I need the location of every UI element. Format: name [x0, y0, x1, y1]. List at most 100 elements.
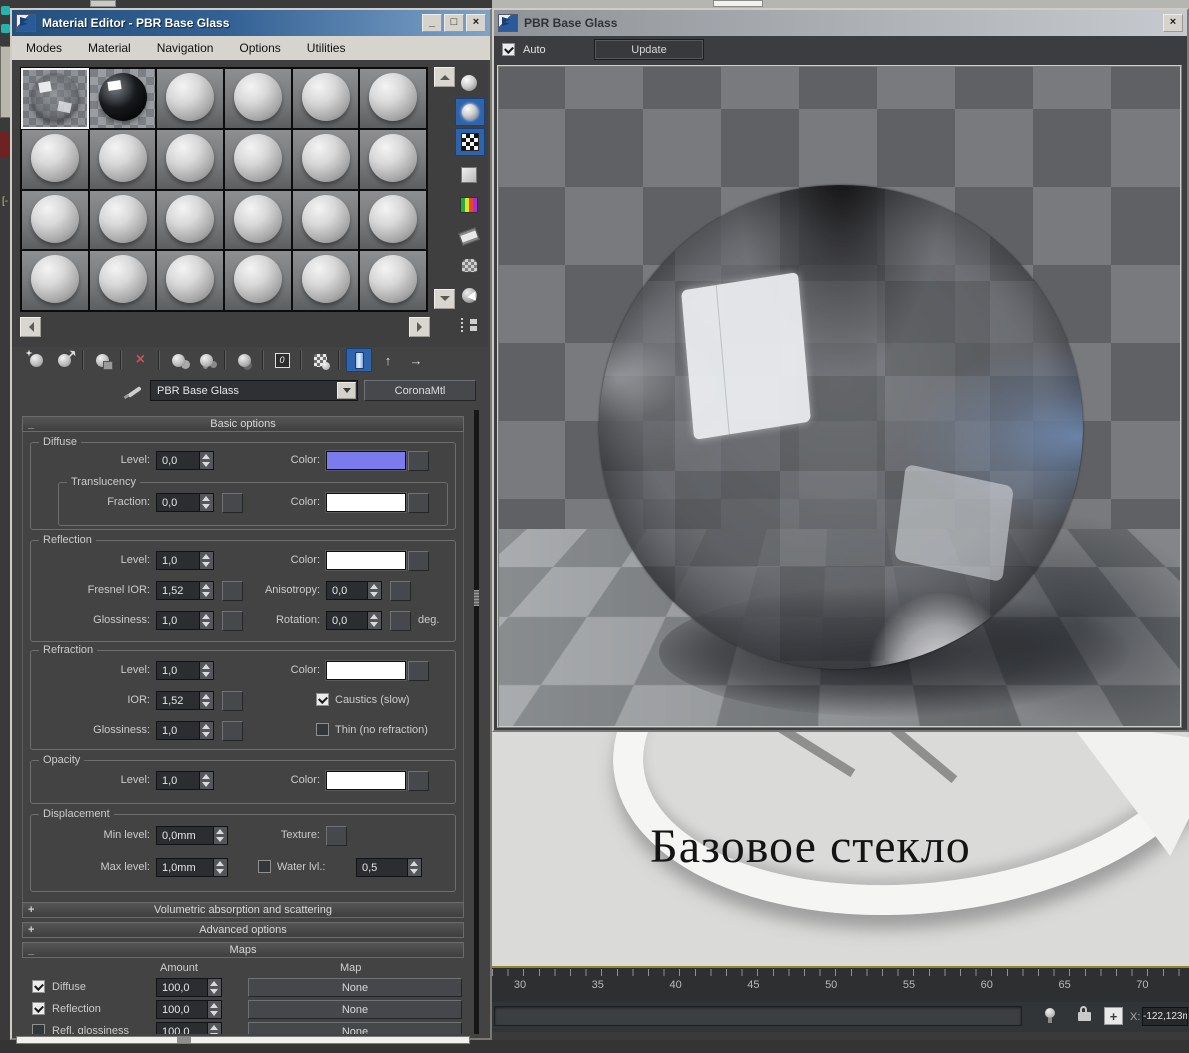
sample-slot[interactable] — [225, 130, 291, 189]
sample-slot[interactable] — [360, 251, 426, 310]
go-to-parent-icon[interactable] — [376, 349, 400, 371]
select-by-material-icon[interactable] — [455, 282, 483, 308]
sample-slot[interactable] — [90, 130, 156, 189]
material-map-navigator-icon[interactable] — [455, 312, 483, 338]
sample-slot[interactable] — [293, 191, 359, 250]
reflection-level-spinner[interactable]: 1,0 — [156, 551, 214, 570]
rotation-spinner[interactable]: 0,0 — [326, 611, 382, 630]
scrollbar-thumb[interactable] — [177, 1037, 191, 1043]
sample-slot[interactable] — [22, 191, 88, 250]
sample-slot[interactable] — [22, 251, 88, 310]
show-end-result-icon[interactable] — [346, 348, 372, 372]
rollout-basic-options[interactable]: _ Basic options — [22, 416, 464, 432]
displacement-texture-map-button[interactable] — [326, 826, 347, 846]
rollout-advanced[interactable]: + Advanced options — [22, 922, 464, 938]
refraction-color-map-button[interactable] — [408, 661, 429, 681]
translucency-color-map-button[interactable] — [408, 493, 429, 513]
reflection-color-map-button[interactable] — [408, 551, 429, 571]
make-material-copy-icon[interactable] — [166, 349, 190, 371]
isolate-lightbulb-icon[interactable] — [1044, 1008, 1056, 1024]
timeline-track[interactable]: 303540455055606570 — [492, 966, 1189, 1002]
displacement-min-spinner[interactable]: 0,0mm — [156, 826, 228, 845]
assign-material-to-selection-icon[interactable] — [90, 349, 114, 371]
water-level-checkbox[interactable] — [258, 860, 271, 873]
sample-type-sphere-icon[interactable] — [455, 70, 483, 96]
menu-item-options[interactable]: Options — [239, 41, 280, 55]
maps-diffuse-amount-spinner[interactable]: 100,0 — [156, 978, 222, 997]
sample-slot[interactable] — [225, 251, 291, 310]
close-button[interactable]: × — [1163, 14, 1183, 32]
track-bar-field[interactable] — [494, 1006, 1022, 1026]
sample-slot[interactable] — [293, 251, 359, 310]
refraction-ior-spinner[interactable]: 1,52 — [156, 691, 214, 710]
maximize-button[interactable]: □ — [444, 14, 464, 32]
update-button[interactable]: Update — [594, 39, 704, 60]
rollout-volumetric[interactable]: + Volumetric absorption and scattering — [22, 902, 464, 918]
rotation-map-button[interactable] — [390, 611, 411, 631]
refraction-glossiness-map-button[interactable] — [222, 721, 243, 741]
opacity-level-spinner[interactable]: 1,0 — [156, 771, 214, 790]
diffuse-color-map-button[interactable] — [408, 451, 429, 471]
slots-scroll-right-button[interactable] — [409, 317, 430, 337]
chevron-down-icon[interactable] — [337, 382, 356, 399]
displacement-max-spinner[interactable]: 1,0mm — [156, 858, 228, 877]
video-color-check-icon[interactable] — [455, 192, 483, 218]
sample-slot[interactable] — [157, 191, 223, 250]
options-icon[interactable] — [455, 252, 483, 278]
scrollbar-grip[interactable] — [474, 590, 479, 606]
rollout-maps[interactable]: _ Maps — [22, 942, 464, 958]
material-id-channel-icon[interactable] — [270, 349, 294, 371]
water-level-spinner[interactable]: 0,5 — [356, 858, 422, 877]
maps-refl-glossiness-checkbox[interactable] — [32, 1024, 45, 1034]
sample-slot[interactable] — [225, 191, 291, 250]
refraction-glossiness-spinner[interactable]: 1,0 — [156, 721, 214, 740]
maps-reflection-amount-spinner[interactable]: 100,0 — [156, 1000, 222, 1019]
sample-slot[interactable] — [22, 130, 88, 189]
menu-item-modes[interactable]: Modes — [26, 41, 62, 55]
slots-scroll-left-button[interactable] — [20, 317, 41, 337]
reflection-color-swatch[interactable] — [326, 551, 406, 570]
refraction-color-swatch[interactable] — [326, 661, 406, 680]
anisotropy-spinner[interactable]: 0,0 — [326, 581, 382, 600]
make-preview-icon[interactable] — [455, 223, 483, 249]
thin-refraction-checkbox[interactable] — [316, 723, 329, 736]
slots-scroll-down-button[interactable] — [434, 289, 455, 309]
go-forward-to-sibling-icon[interactable] — [404, 349, 428, 371]
sample-slot[interactable] — [360, 130, 426, 189]
x-coordinate-field[interactable]: -122,123m — [1142, 1007, 1188, 1026]
anisotropy-map-button[interactable] — [390, 581, 411, 601]
sample-slot[interactable] — [293, 69, 359, 128]
maps-reflection-checkbox[interactable] — [32, 1002, 45, 1015]
opacity-color-map-button[interactable] — [408, 771, 429, 791]
close-button[interactable]: × — [466, 14, 486, 32]
diffuse-color-swatch[interactable] — [326, 451, 406, 470]
sample-slot[interactable] — [157, 69, 223, 128]
maps-diffuse-checkbox[interactable] — [32, 980, 45, 993]
preview-titlebar[interactable]: PBR Base Glass × — [494, 10, 1187, 36]
refraction-ior-map-button[interactable] — [222, 691, 243, 711]
background-icon[interactable] — [455, 128, 485, 156]
auto-update-checkbox[interactable] — [502, 43, 515, 56]
maps-diffuse-map-button[interactable]: None — [248, 978, 462, 997]
backlight-icon[interactable] — [455, 98, 485, 126]
sample-slot[interactable] — [157, 130, 223, 189]
material-name-dropdown[interactable]: PBR Base Glass — [150, 380, 358, 401]
slots-scroll-up-button[interactable] — [434, 67, 455, 87]
sample-slot[interactable] — [360, 69, 426, 128]
sample-slot[interactable] — [157, 251, 223, 310]
sample-slot[interactable] — [90, 69, 156, 128]
maps-reflection-map-button[interactable]: None — [248, 1000, 462, 1019]
sample-slot[interactable] — [90, 191, 156, 250]
make-unique-icon[interactable] — [194, 349, 218, 371]
sample-slot[interactable] — [293, 130, 359, 189]
menu-item-utilities[interactable]: Utilities — [307, 41, 346, 55]
sample-uv-tiling-icon[interactable] — [455, 162, 483, 188]
sample-slot[interactable] — [225, 69, 291, 128]
parameters-scrollbar[interactable] — [474, 410, 479, 1034]
fresnel-ior-spinner[interactable]: 1,52 — [156, 581, 214, 600]
sample-slot[interactable] — [360, 191, 426, 250]
menu-item-navigation[interactable]: Navigation — [157, 41, 214, 55]
caustics-checkbox[interactable] — [316, 693, 329, 706]
maps-refl-glossiness-map-button[interactable]: None — [248, 1022, 462, 1034]
put-material-to-scene-icon[interactable] — [52, 349, 76, 371]
